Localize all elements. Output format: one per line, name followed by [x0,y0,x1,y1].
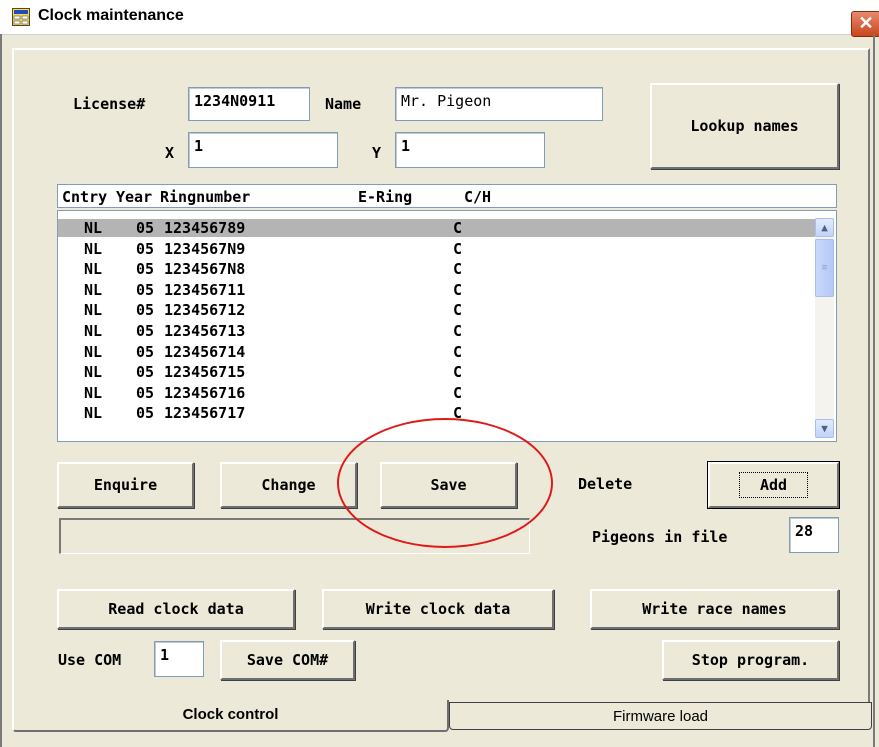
clock-maintenance-window: Clock maintenance ✕ License# 1234N0911 N… [0,0,879,747]
window-frame-right [873,34,875,747]
list-cell-cntry: NL [84,404,103,423]
list-header: Cntry Year Ringnumber E-Ring C/H [57,184,837,208]
list-cell-year: 05 [136,239,155,258]
list-cell-cntry: NL [84,322,103,340]
scroll-up-button[interactable]: ▲ [815,218,834,237]
pigeons-in-file-label: Pigeons in file [592,528,728,546]
title-bar[interactable]: Clock maintenance ✕ [0,0,879,37]
list-cell-ring: 1234567N9 [164,239,246,258]
list-cell-ring: 1234567N8 [164,260,246,279]
list-cell-ch: C [453,219,463,237]
list-cell-year: 05 [136,383,155,402]
name-label: Name [325,95,362,113]
save-com-button[interactable]: Save COM# [220,640,355,680]
y-field[interactable]: 1 [395,132,545,168]
use-com-label: Use COM [58,651,122,669]
list-cell-ring: 123456712 [164,301,246,320]
chevron-down-icon: ▼ [821,422,828,435]
list-cell-ch: C [453,342,463,361]
tab-strip: Clock control Firmware load [12,700,874,740]
delete-button[interactable]: Delete [578,475,632,493]
list-item[interactable]: NL 05 123456715 C [58,363,818,381]
list-cell-cntry: NL [84,280,103,299]
list-cell-cntry: NL [84,239,103,258]
lookup-names-button[interactable]: Lookup names [650,83,839,169]
add-button[interactable]: Add [707,461,840,509]
name-field[interactable]: Mr. Pigeon [395,87,603,121]
list-cell-year: 05 [136,219,155,237]
scroll-thumb[interactable]: ≡ [815,239,834,297]
list-cell-ring: 123456713 [164,322,246,340]
list-cell-ring: 123456711 [164,280,246,299]
close-icon: ✕ [858,13,874,33]
list-cell-cntry: NL [84,363,103,382]
tab-firmware-load[interactable]: Firmware load [449,702,872,730]
list-cell-year: 05 [136,322,155,340]
grip-icon: ≡ [821,263,828,273]
pigeon-list[interactable]: NL 05 123456789 C NL 05 1234567N9 C NL 05 1234567N… [57,210,837,442]
x-field[interactable]: 1 [188,132,338,168]
list-cell-ch: C [453,260,463,279]
list-cell-ch: C [453,239,463,258]
list-cell-ring: 123456716 [164,383,246,402]
com-port-field[interactable]: 1 [154,641,204,677]
license-field[interactable]: 1234N0911 [188,87,310,121]
list-cell-cntry: NL [84,260,103,279]
column-header-ch: C/H [464,188,492,206]
list-cell-year: 05 [136,301,155,320]
list-cell-ch: C [453,280,463,299]
tab-clock-control[interactable]: Clock control [12,700,449,732]
column-header-ringnumber: Ringnumber [160,188,251,206]
list-cell-year: 05 [136,260,155,279]
window-title: Clock maintenance [38,7,184,24]
window-frame-left [0,34,2,747]
list-item[interactable]: NL 05 123456712 C [58,301,818,319]
list-cell-cntry: NL [84,219,103,237]
list-cell-cntry: NL [84,301,103,320]
status-bar [59,518,530,554]
write-clock-data-button[interactable]: Write clock data [322,589,554,629]
list-scrollbar[interactable]: ▲ ≡ ▼ [815,218,834,438]
list-item[interactable]: NL 05 1234567N8 C [58,260,818,278]
list-item[interactable]: NL 05 123456717 C [58,404,818,422]
list-cell-cntry: NL [84,383,103,402]
list-cell-ch: C [453,322,463,340]
license-label: License# [73,95,146,113]
column-header-cntry: Cntry [62,188,108,206]
list-item[interactable]: NL 05 123456711 C [58,281,818,299]
column-header-ering: E-Ring [358,188,413,206]
list-item[interactable]: NL 05 123456714 C [58,343,818,361]
save-button[interactable]: Save [380,462,517,508]
scroll-down-button[interactable]: ▼ [815,419,834,438]
list-cell-year: 05 [136,342,155,361]
stop-program-button[interactable]: Stop program. [662,640,839,680]
list-cell-ring: 123456714 [164,342,246,361]
list-cell-cntry: NL [84,342,103,361]
list-cell-year: 05 [136,280,155,299]
list-item[interactable]: NL 05 123456716 C [58,384,818,402]
write-race-names-button[interactable]: Write race names [590,589,839,629]
x-label: X [165,144,175,162]
app-window-icon [12,8,30,26]
change-button[interactable]: Change [220,462,357,508]
list-item[interactable]: NL 05 1234567N9 C [58,240,818,258]
chevron-up-icon: ▲ [821,221,828,234]
list-cell-ring: 123456715 [164,363,246,382]
list-cell-year: 05 [136,363,155,382]
list-cell-ch: C [453,301,463,320]
y-label: Y [372,144,382,162]
list-cell-ch: C [453,363,463,382]
list-cell-ring: 123456717 [164,404,246,423]
read-clock-data-button[interactable]: Read clock data [57,589,295,629]
enquire-button[interactable]: Enquire [57,462,194,508]
list-cell-ring: 123456789 [164,219,246,237]
list-cell-year: 05 [136,404,155,423]
column-header-year: Year [116,188,153,206]
list-cell-ch: C [453,404,463,423]
list-item[interactable]: NL 05 123456713 C [58,322,818,340]
list-item[interactable]: NL 05 123456789 C [58,219,818,237]
add-button-label: Add [738,472,809,498]
pigeons-count: 28 [789,517,839,553]
list-cell-ch: C [453,383,463,402]
